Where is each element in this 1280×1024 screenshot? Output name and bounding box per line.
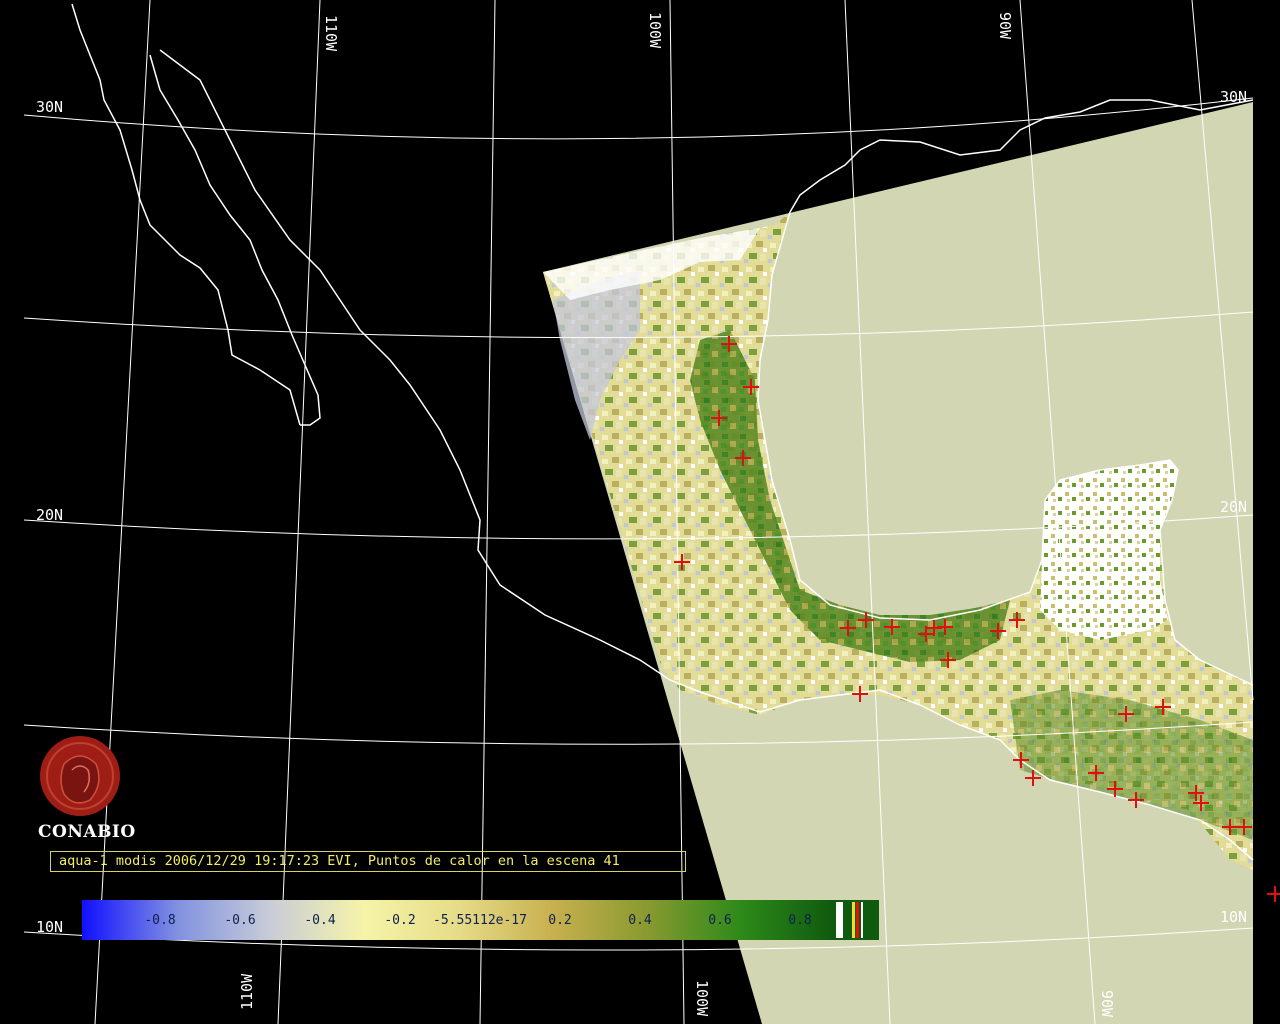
lon-90w-bottom: 90W [1098, 990, 1116, 1018]
lat-20n-left: 20N [36, 506, 63, 524]
lat-20n-right: 20N [1220, 498, 1247, 516]
colorbar-ticks: -0.8 -0.6 -0.4 -0.2 -5.55112e-17 0.2 0.4 0.6 0.8 [144, 913, 811, 928]
colorbar-tick-label: -0.2 [384, 913, 415, 928]
colorbar-tick-label: -0.4 [304, 913, 335, 928]
lat-30n-right: 30N [1220, 88, 1247, 106]
lon-110w-top: 110W [322, 15, 340, 52]
lat-10n-right: 10N [1220, 908, 1247, 926]
colorbar-tick-label: -0.8 [144, 913, 175, 928]
lon-90w-top: 90W [996, 12, 1014, 40]
lon-100w-top: 100W [646, 12, 664, 49]
colorbar-tick-label: -0.6 [224, 913, 255, 928]
colorbar-tick-label: 0.4 [628, 913, 652, 928]
colorbar-yellow-band [852, 902, 855, 938]
colorbar-tick-label: 0.8 [788, 913, 811, 928]
colorbar-tick-label: 0.2 [548, 913, 571, 928]
lat-10n-left: 10N [36, 918, 63, 936]
colorbar-white-band [836, 902, 843, 938]
coast-baja-west [71, 3, 301, 426]
colorbar-white-band-2 [861, 902, 863, 938]
colorbar-legend: -0.8 -0.6 -0.4 -0.2 -5.55112e-17 0.2 0.4 0.6 0.8 [82, 900, 879, 940]
colorbar-red-band [856, 902, 859, 938]
colorbar-tick-label: 0.6 [708, 913, 731, 928]
scene-caption: aqua-1 modis 2006/12/29 19:17:23 EVI, Pu… [50, 851, 686, 872]
map-viewer: 110W 100W 90W 30N 30N 20N 20N 10N 10N 11… [0, 0, 1280, 1024]
lat-30n-left: 30N [36, 98, 63, 116]
logo-wordmark: CONABIO [38, 822, 136, 842]
lon-110w-bottom: 110W [238, 973, 256, 1010]
colorbar-tick-label: -5.55112e-17 [433, 913, 527, 928]
coast-baja-east [149, 54, 321, 426]
lon-100w-bottom: 100W [693, 980, 711, 1017]
hotspot-marker [1267, 886, 1280, 902]
